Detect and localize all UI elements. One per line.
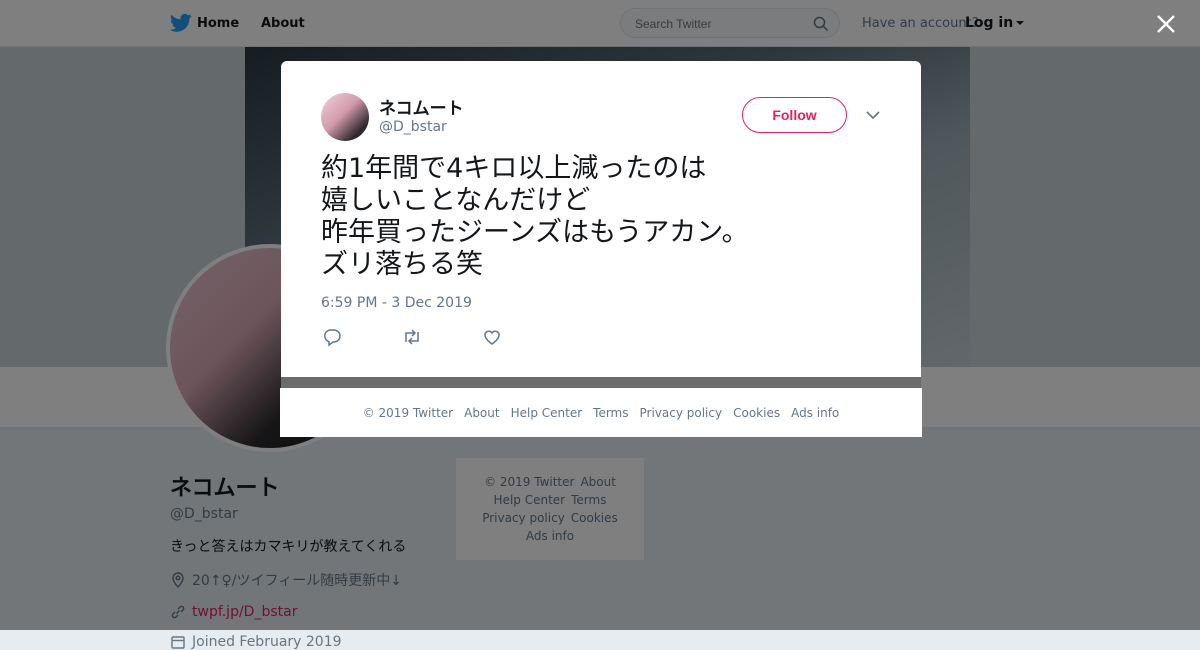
- tweet-timestamp[interactable]: 6:59 PM - 3 Dec 2019: [321, 295, 472, 311]
- footer-cookies-link[interactable]: Cookies: [733, 406, 780, 420]
- tweet-text-line: 嬉しいことなんだけど: [321, 185, 591, 216]
- follow-button[interactable]: Follow: [742, 97, 847, 133]
- tweet-text-line: 約1年間で4キロ以上減ったのは: [321, 153, 707, 184]
- footer-copyright: © 2019 Twitter: [362, 405, 454, 420]
- chevron-down-icon[interactable]: [865, 107, 881, 123]
- profile-joined-text: Joined February 2019: [192, 634, 342, 650]
- footer-privacy-link[interactable]: Privacy policy: [640, 406, 723, 420]
- profile-joined: Joined February 2019: [170, 634, 450, 650]
- tweet-text-line: ズリ落ちる笑: [321, 249, 483, 280]
- reply-icon[interactable]: [321, 327, 343, 347]
- calendar-icon: [171, 636, 185, 649]
- tweet-author-handle[interactable]: @D_bstar: [379, 119, 447, 135]
- tweet-author-avatar[interactable]: [321, 93, 369, 141]
- like-icon[interactable]: [481, 327, 503, 347]
- footer-about-link[interactable]: About: [464, 406, 499, 420]
- footer-terms-link[interactable]: Terms: [593, 406, 628, 420]
- tweet-author-name[interactable]: ネコムート: [379, 94, 464, 119]
- footer-ads-info-link[interactable]: Ads info: [791, 406, 839, 420]
- close-icon[interactable]: [1152, 10, 1180, 38]
- tweet-text-line: 昨年買ったジーンズはもうアカン。: [321, 217, 749, 248]
- footer-help-center-link[interactable]: Help Center: [511, 406, 583, 420]
- modal-divider: [281, 377, 921, 388]
- tweet-modal: ネコムート @D_bstar Follow 約1年間で4キロ以上減ったのは 嬉し…: [281, 61, 921, 377]
- retweet-icon[interactable]: [401, 327, 423, 347]
- tweet-text: 約1年間で4キロ以上減ったのは 嬉しいことなんだけど 昨年買ったジーンズはもうア…: [321, 153, 881, 281]
- modal-footer: © 2019 Twitter About Help Center Terms P…: [280, 388, 922, 437]
